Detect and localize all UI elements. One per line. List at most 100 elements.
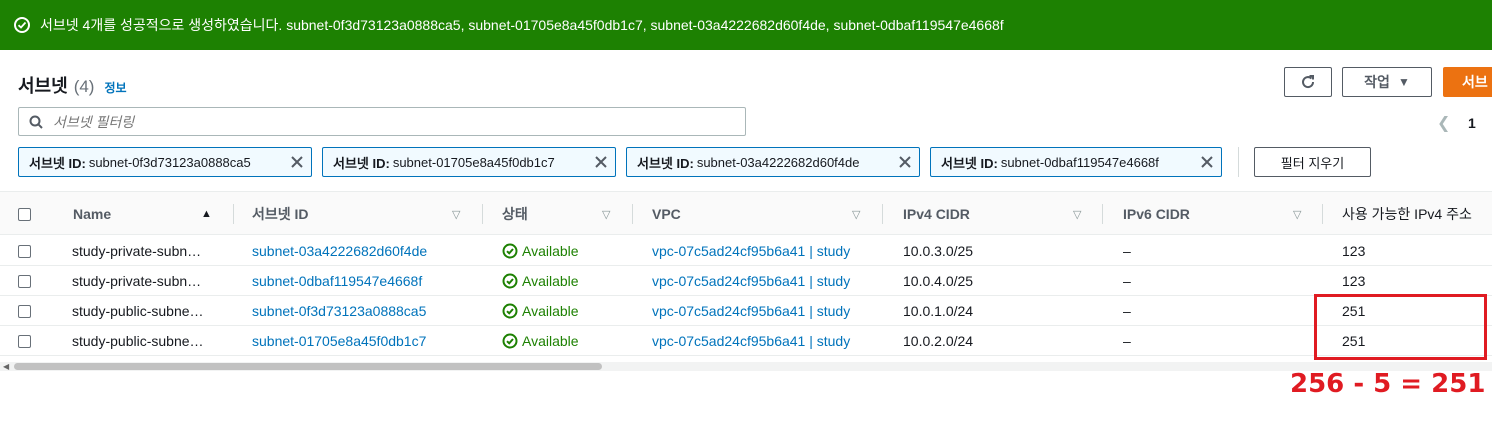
cell-ipv4-cidr: 10.0.4.0/25 <box>903 273 974 289</box>
cell-vpc-link[interactable]: vpc-07c5ad24cf95b6a41 | study <box>652 236 850 266</box>
highlight-box <box>1314 294 1487 360</box>
column-label: 사용 가능한 IPv4 주소 <box>1342 206 1472 222</box>
table-row[interactable]: study-public-subne… subnet-0f3d73123a088… <box>0 296 1492 326</box>
remove-filter-icon[interactable] <box>593 154 609 170</box>
sort-icon: ▽ <box>1293 208 1302 221</box>
sort-icon: ▽ <box>1073 208 1082 221</box>
filter-token: 서브넷 ID: subnet-03a4222682d60f4de <box>626 147 920 177</box>
annotation-text: 256 - 5 = 251 <box>1290 369 1486 399</box>
cell-available-ips: 123 <box>1342 243 1366 259</box>
column-label: IPv4 CIDR <box>903 206 970 222</box>
column-divider <box>482 204 483 224</box>
column-label: VPC <box>652 206 681 222</box>
column-header-ipv4-cidr[interactable]: IPv4 CIDR ▽ <box>903 192 1088 236</box>
horizontal-scrollbar[interactable]: ◀ <box>0 362 1492 371</box>
cell-vpc-link[interactable]: vpc-07c5ad24cf95b6a41 | study <box>652 326 850 356</box>
cell-subnet-id-link[interactable]: subnet-03a4222682d60f4de <box>252 236 427 266</box>
previous-page-icon[interactable]: ❮ <box>1437 113 1450 133</box>
table-row[interactable]: study-private-subn… subnet-03a4222682d60… <box>0 236 1492 266</box>
cell-state: Available <box>502 266 579 296</box>
success-check-icon <box>14 17 30 33</box>
column-divider <box>1322 204 1323 224</box>
banner-message: 서브넷 4개를 성공적으로 생성하였습니다. subnet-0f3d73123a… <box>40 17 1004 33</box>
filter-value: subnet-01705e8a45f0db1c7 <box>392 154 555 170</box>
actions-label: 작업 <box>1364 74 1390 90</box>
column-divider <box>1102 204 1103 224</box>
column-label: 상태 <box>502 206 528 222</box>
column-divider <box>233 204 234 224</box>
subnet-filter-input[interactable] <box>53 113 653 130</box>
row-checkbox[interactable] <box>18 266 31 296</box>
state-label: Available <box>522 243 579 259</box>
cell-name: study-public-subne… <box>72 303 204 319</box>
caret-down-icon: ▼ <box>1397 75 1410 89</box>
success-banner: 서브넷 4개를 성공적으로 생성하였습니다. subnet-0f3d73123a… <box>0 0 1492 50</box>
filter-token: 서브넷 ID: subnet-0f3d73123a0888ca5 <box>18 147 312 177</box>
cell-state: Available <box>502 326 579 356</box>
column-label: 서브넷 ID <box>252 206 309 222</box>
search-icon <box>29 115 43 129</box>
filter-value: subnet-0dbaf119547e4668f <box>1000 154 1159 170</box>
column-header-state[interactable]: 상태 ▽ <box>502 192 617 236</box>
refresh-button[interactable] <box>1284 67 1332 97</box>
column-divider <box>882 204 883 224</box>
remove-filter-icon[interactable] <box>289 154 305 170</box>
cell-ipv6-cidr: – <box>1123 273 1131 289</box>
column-header-name[interactable]: Name ▲ <box>73 192 218 236</box>
cell-vpc-link[interactable]: vpc-07c5ad24cf95b6a41 | study <box>652 296 850 326</box>
filter-value: subnet-03a4222682d60f4de <box>696 154 860 170</box>
remove-filter-icon[interactable] <box>897 154 913 170</box>
create-subnet-button[interactable]: 서브 <box>1443 67 1492 97</box>
info-link[interactable]: 정보 <box>104 79 126 96</box>
available-check-icon <box>502 273 518 289</box>
cell-vpc-link[interactable]: vpc-07c5ad24cf95b6a41 | study <box>652 266 850 296</box>
column-header-ipv6-cidr[interactable]: IPv6 CIDR ▽ <box>1123 192 1308 236</box>
filter-key: 서브넷 ID: <box>29 155 86 171</box>
cell-ipv4-cidr: 10.0.3.0/25 <box>903 243 974 259</box>
filter-key: 서브넷 ID: <box>333 155 390 171</box>
filter-token: 서브넷 ID: subnet-0dbaf119547e4668f <box>930 147 1222 177</box>
filter-token: 서브넷 ID: subnet-01705e8a45f0db1c7 <box>322 147 616 177</box>
column-label: IPv6 CIDR <box>1123 206 1190 222</box>
row-checkbox[interactable] <box>18 296 31 326</box>
column-divider <box>632 204 633 224</box>
row-checkbox[interactable] <box>18 236 31 266</box>
sort-icon: ▽ <box>602 208 611 221</box>
refresh-icon <box>1302 75 1315 89</box>
cell-subnet-id-link[interactable]: subnet-01705e8a45f0db1c7 <box>252 326 426 356</box>
filter-value: subnet-0f3d73123a0888ca5 <box>88 154 251 170</box>
table-row[interactable]: study-public-subne… subnet-01705e8a45f0d… <box>0 326 1492 356</box>
column-header-vpc[interactable]: VPC ▽ <box>652 192 867 236</box>
clear-filters-button[interactable]: 필터 지우기 <box>1254 147 1371 177</box>
sort-ascending-icon: ▲ <box>201 208 212 220</box>
filter-key: 서브넷 ID: <box>941 155 998 171</box>
state-label: Available <box>522 273 579 289</box>
scroll-left-icon[interactable]: ◀ <box>3 362 9 371</box>
available-check-icon <box>502 243 518 259</box>
cell-subnet-id-link[interactable]: subnet-0dbaf119547e4668f <box>252 266 422 296</box>
table-row[interactable]: study-private-subn… subnet-0dbaf119547e4… <box>0 266 1492 296</box>
cell-ipv6-cidr: – <box>1123 303 1131 319</box>
sort-icon: ▽ <box>452 208 461 221</box>
available-check-icon <box>502 303 518 319</box>
select-all-checkbox[interactable] <box>18 192 31 236</box>
cell-subnet-id-link[interactable]: subnet-0f3d73123a0888ca5 <box>252 296 426 326</box>
current-page[interactable]: 1 <box>1468 115 1476 131</box>
cell-available-ips: 123 <box>1342 273 1366 289</box>
state-label: Available <box>522 333 579 349</box>
scrollbar-thumb[interactable] <box>14 363 602 370</box>
cell-ipv6-cidr: – <box>1123 333 1131 349</box>
remove-filter-icon[interactable] <box>1199 154 1215 170</box>
cell-state: Available <box>502 296 579 326</box>
column-header-subnet-id[interactable]: 서브넷 ID ▽ <box>252 192 467 236</box>
column-header-available-ipv4[interactable]: 사용 가능한 IPv4 주소 <box>1342 192 1472 236</box>
actions-dropdown-button[interactable]: 작업 ▼ <box>1342 67 1432 97</box>
cell-state: Available <box>502 236 579 266</box>
row-checkbox[interactable] <box>18 326 31 356</box>
search-box <box>18 107 746 136</box>
page-title: 서브넷 <box>18 76 68 96</box>
cell-ipv4-cidr: 10.0.2.0/24 <box>903 333 974 349</box>
filter-key: 서브넷 ID: <box>637 155 694 171</box>
sort-icon: ▽ <box>852 208 861 221</box>
cell-ipv6-cidr: – <box>1123 243 1131 259</box>
